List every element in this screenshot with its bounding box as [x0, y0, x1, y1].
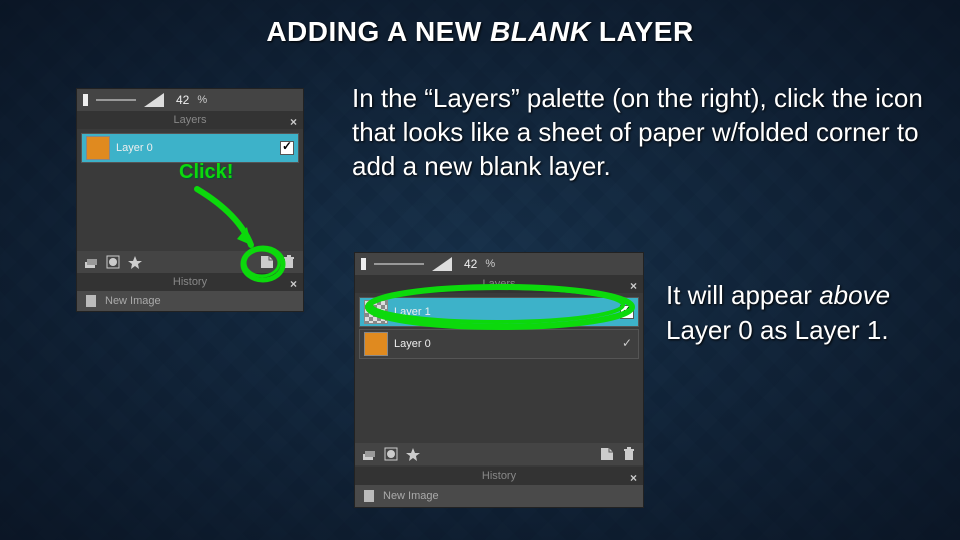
slide-title: ADDING A NEW BLANK LAYER — [0, 16, 960, 48]
opacity-value: 42 — [176, 93, 189, 107]
instruction-text-2: It will appear above Layer 0 as Layer 1. — [666, 278, 936, 348]
history-row: New Image — [77, 291, 303, 311]
title-post: LAYER — [591, 16, 694, 47]
percent-label: % — [197, 94, 207, 106]
slider-line-icon — [83, 94, 88, 106]
desc2-t2: Layer 0 as Layer 1. — [666, 315, 889, 345]
slider-track-icon — [374, 263, 424, 265]
layer-name: Layer 0 — [394, 338, 614, 350]
history-tab-label: History — [173, 276, 207, 288]
desc2-t1: It will appear — [666, 280, 819, 310]
fx-icon — [405, 446, 421, 462]
layer-row-1: Layer 1 — [359, 297, 639, 327]
desc2-em: above — [819, 280, 890, 310]
history-row: New Image — [355, 485, 643, 507]
slider-line-icon — [361, 258, 366, 270]
layer-list: Layer 0 — [77, 129, 303, 167]
percent-label: % — [485, 258, 495, 270]
visibility-checkbox — [620, 305, 634, 319]
page-icon — [83, 293, 99, 309]
page-icon — [361, 488, 377, 504]
new-layer-icon — [259, 254, 275, 270]
trash-icon — [281, 254, 297, 270]
layers-tab-header: Layers × — [77, 111, 303, 129]
instruction-text-1: In the “Layers” palette (on the right), … — [352, 82, 932, 183]
title-pre: ADDING A NEW — [266, 16, 490, 47]
layers-stack-icon — [83, 254, 99, 270]
visibility-check-icon: ✓ — [620, 337, 634, 351]
ramp-icon — [432, 257, 452, 271]
layer-name: Layer 1 — [394, 306, 614, 318]
layer-actions-toolbar — [77, 251, 303, 273]
history-new-image-label: New Image — [105, 295, 161, 307]
layer-thumbnail — [86, 136, 110, 160]
ramp-icon — [144, 93, 164, 107]
screenshot-after: 42 % Layers × Layer 1 Layer 0 ✓ — [354, 252, 644, 508]
layer-row-0: Layer 0 ✓ — [359, 329, 639, 359]
history-tab-label: History — [482, 470, 516, 482]
mask-icon — [383, 446, 399, 462]
layers-stack-icon — [361, 446, 377, 462]
slider-track-icon — [96, 99, 136, 101]
visibility-checkbox — [280, 141, 294, 155]
history-tab-header: History × — [355, 467, 643, 485]
history-tab-header: History × — [77, 273, 303, 291]
new-layer-icon — [599, 446, 615, 462]
layer-name: Layer 0 — [116, 142, 274, 154]
layer-thumbnail — [364, 332, 388, 356]
opacity-toolbar: 42 % — [355, 253, 643, 275]
history-new-image-label: New Image — [383, 490, 439, 502]
close-icon: × — [630, 277, 637, 295]
opacity-value: 42 — [464, 257, 477, 271]
layers-tab-header: Layers × — [355, 275, 643, 293]
close-icon: × — [290, 113, 297, 131]
layers-tab-label: Layers — [173, 114, 206, 126]
mask-icon — [105, 254, 121, 270]
trash-icon — [621, 446, 637, 462]
opacity-toolbar: 42 % — [77, 89, 303, 111]
layers-tab-label: Layers — [482, 278, 515, 290]
layer-actions-toolbar — [355, 443, 643, 465]
layer-thumbnail — [364, 300, 388, 324]
title-em: BLANK — [490, 16, 591, 47]
fx-icon — [127, 254, 143, 270]
layer-list: Layer 1 Layer 0 ✓ — [355, 293, 643, 363]
layer-row-0: Layer 0 — [81, 133, 299, 163]
screenshot-before: 42 % Layers × Layer 0 — [76, 88, 304, 312]
